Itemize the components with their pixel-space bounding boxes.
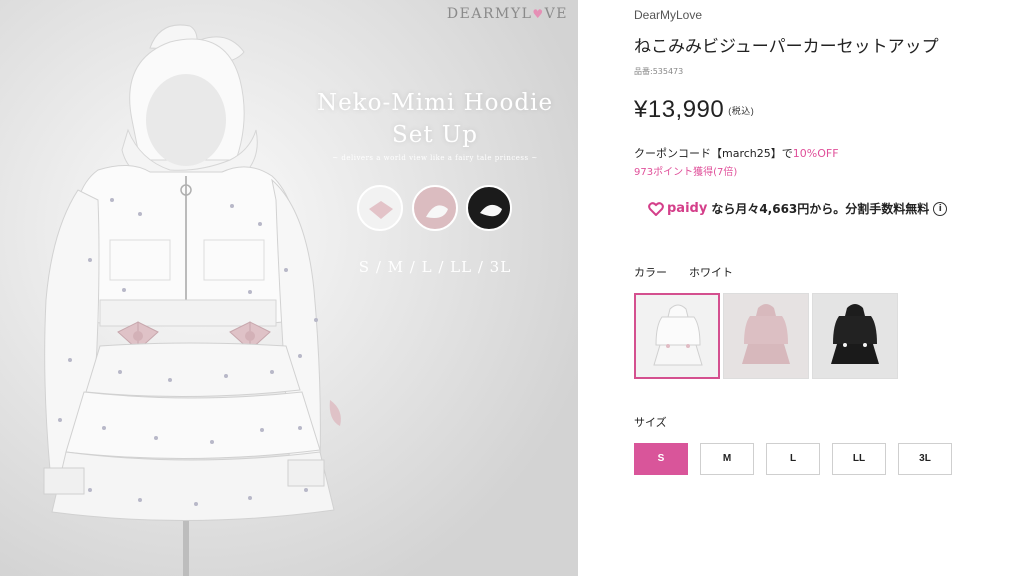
coupon-info: クーポンコード【march25】で10%OFF (634, 145, 839, 161)
size-option-l[interactable]: L (766, 443, 820, 475)
coupon-discount: 10%OFF (792, 147, 839, 160)
brand-logo: DEARMYL♥VE (446, 6, 568, 22)
size-label: サイズ (634, 416, 667, 429)
product-hero-image: DEARMYL♥VE Neko-Mimi Hoodie Set Up ~ del… (0, 0, 578, 576)
paidy-logo: paidy (648, 201, 707, 216)
color-option-pink[interactable] (723, 293, 809, 379)
size-option-3l[interactable]: 3L (898, 443, 952, 475)
info-icon[interactable]: i (933, 201, 948, 216)
tax-note: (税込) (728, 106, 755, 116)
paidy-text: なら月々4,663円から。分割手数料無料 (711, 202, 930, 216)
size-option-m[interactable]: M (700, 443, 754, 475)
coupon-code-text: クーポンコード【march25】で (634, 147, 793, 160)
product-detail-panel: DearMyLove ねこみみビジューパーカーセットアップ 品番:535473 … (578, 0, 1024, 576)
hero-tagline: ~ delivers a world view like a fairy tal… (332, 154, 538, 162)
hero-swatch-black (466, 185, 512, 231)
product-title: ねこみみビジューパーカーセットアップ (634, 37, 939, 57)
hero-title-line1: Neko-Mimi Hoodie (316, 90, 554, 116)
white-outfit-thumbnail (636, 295, 718, 377)
color-label: カラー (634, 266, 667, 279)
paidy-heart-icon (648, 201, 664, 216)
hero-size-range: S / M / L / LL / 3L (358, 258, 512, 276)
size-option-ll[interactable]: LL (832, 443, 886, 475)
product-code: 品番:535473 (634, 67, 684, 76)
paidy-installment-info[interactable]: paidy なら月々4,663円から。分割手数料無料 i (648, 200, 948, 217)
color-selected-value: ホワイト (689, 266, 733, 279)
hero-swatch-white (357, 185, 403, 231)
color-option-white[interactable] (634, 293, 720, 379)
points-earned: 973ポイント獲得(7倍) (634, 167, 738, 178)
hero-swatch-pink (412, 185, 458, 231)
pink-outfit-thumbnail (724, 294, 808, 378)
price-value: ¥13,990 (634, 96, 725, 123)
size-option-s[interactable]: S (634, 443, 688, 475)
color-option-black[interactable] (812, 293, 898, 379)
black-outfit-thumbnail (813, 294, 897, 378)
hero-title-line2: Set Up (391, 122, 479, 148)
product-price: ¥13,990 (税込) (634, 96, 754, 124)
brand-link[interactable]: DearMyLove (634, 8, 702, 22)
